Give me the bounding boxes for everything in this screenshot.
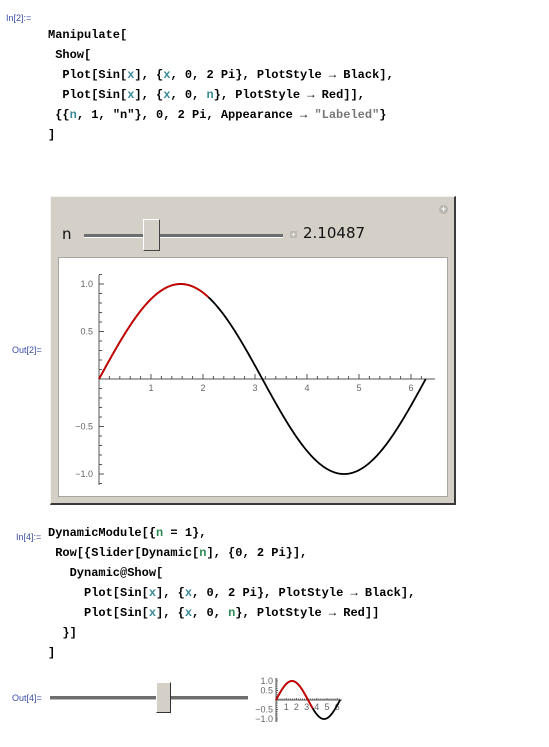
code-symbol: n [69, 108, 77, 122]
code-symbol: x [184, 606, 193, 620]
code-token: Plot[Sin[ [48, 68, 128, 82]
code-token: , 0, 2 Pi}, PlotStyle → Black], [170, 68, 394, 82]
code-token: Show[ [48, 48, 92, 62]
code-line: Plot[Sin[x], {x, 0, 2 Pi}, PlotStyle → B… [48, 65, 394, 85]
y-tick-label: 1.0 [80, 279, 93, 289]
code-symbol: n [206, 88, 214, 102]
y-tick-label: −0.5 [75, 422, 93, 432]
code-token: Plot[Sin[ [48, 88, 128, 102]
output-label-1: Out[2]= [12, 345, 42, 355]
options-plus-icon[interactable]: + [439, 205, 448, 214]
code-token: {{ [48, 108, 70, 122]
x-tick-label: 1 [284, 702, 289, 712]
code-line: Dynamic@Show[ [48, 563, 415, 583]
code-token: ], {0, 2 Pi}], [206, 546, 308, 560]
x-tick-label: 5 [356, 383, 361, 393]
x-tick-label: 6 [408, 383, 413, 393]
code-line: Row[{Slider[Dynamic[n], {0, 2 Pi}], [48, 543, 415, 563]
input-code-1[interactable]: Manipulate[ Show[ Plot[Sin[x], {x, 0, 2 … [48, 25, 394, 145]
output-label-2: Out[4]= [12, 693, 42, 703]
slider-track-dynamic[interactable] [50, 696, 248, 700]
y-tick-label: −1.0 [255, 714, 273, 724]
code-token: Row[{Slider[Dynamic[ [48, 546, 200, 560]
code-token: , 0, [192, 606, 229, 620]
code-token: ], { [156, 606, 185, 620]
code-token: ] [48, 646, 56, 660]
manipulate-panel: + n + 2.10487 1 2 3 4 5 6 1.0 0.5 −0.5 −1.0 [50, 196, 456, 505]
code-line: ] [48, 125, 394, 145]
x-tick-label: 2 [294, 702, 299, 712]
code-line: }] [48, 623, 415, 643]
expand-controls-icon[interactable]: + [290, 231, 297, 239]
code-token: , 0, 2 Pi}, PlotStyle → Black], [192, 586, 416, 600]
code-token: = 1}, [163, 526, 207, 540]
sine-plot-small: 1 2 3 4 5 61.00.5−0.5−1.0 [255, 676, 342, 724]
input-code-2[interactable]: DynamicModule[{n = 1}, Row[{Slider[Dynam… [48, 523, 415, 663]
slider-track-n[interactable] [84, 234, 283, 238]
control-label-n: n [62, 225, 72, 243]
input-label-1: In[2]:= [6, 13, 32, 23]
code-line: Show[ [48, 45, 394, 65]
y-tick-label: 0.5 [80, 327, 93, 337]
code-token: Manipulate[ [48, 28, 128, 42]
slider-thumb-n[interactable] [142, 219, 160, 251]
x-tick-label: 4 [304, 383, 309, 393]
code-token: , 0, [170, 88, 207, 102]
y-tick-label: −1.0 [75, 469, 93, 479]
code-symbol: x [184, 586, 193, 600]
series-line-red [98, 283, 210, 380]
code-token: }, PlotStyle → Red]], [213, 88, 365, 102]
slider-value-readout: 2.10487 [303, 224, 366, 242]
plot-panel: 1 2 3 4 5 6 1.0 0.5 −0.5 −1.0 [58, 257, 448, 497]
code-token: }, PlotStyle → Red]] [235, 606, 380, 620]
code-line: Plot[Sin[x], {x, 0, n}, PlotStyle → Red]… [48, 603, 415, 623]
code-token: Plot[Sin[ [48, 606, 149, 620]
x-tick-label: 3 [304, 702, 309, 712]
x-tick-label: 3 [252, 383, 257, 393]
y-tick-label: 0.5 [260, 686, 273, 696]
input-label-2: In[4]:= [16, 532, 42, 542]
code-line: Plot[Sin[x], {x, 0, n}, PlotStyle → Red]… [48, 85, 394, 105]
sine-plot-large: 1 2 3 4 5 6 1.0 0.5 −0.5 −1.0 [75, 274, 435, 485]
code-token: ], { [156, 586, 185, 600]
x-tick-label: 2 [200, 383, 205, 393]
code-line: Manipulate[ [48, 25, 394, 45]
code-token: DynamicModule[{ [48, 526, 157, 540]
code-symbol: x [148, 586, 157, 600]
code-token: ], { [134, 88, 164, 102]
code-line: Plot[Sin[x], {x, 0, 2 Pi}, PlotStyle → B… [48, 583, 415, 603]
code-token: ], { [134, 68, 164, 82]
code-token: Dynamic@Show[ [48, 566, 164, 580]
code-token: ] [48, 128, 56, 142]
y-tick-label: −0.5 [255, 705, 273, 715]
code-line: {{n, 1, "n"}, 0, 2 Pi, Appearance → "Lab… [48, 105, 394, 125]
code-symbol: x [148, 606, 157, 620]
y-tick-label: 1.0 [260, 676, 273, 686]
code-symbol: "Labeled" [314, 108, 380, 122]
code-token: , 1, "n"}, 0, 2 Pi, Appearance → [76, 108, 315, 122]
slider-thumb-dynamic[interactable] [156, 682, 172, 713]
x-tick-label: 5 [324, 702, 329, 712]
code-token: Plot[Sin[ [48, 586, 149, 600]
code-line: DynamicModule[{n = 1}, [48, 523, 415, 543]
code-token: }] [48, 626, 77, 640]
x-tick-label: 1 [148, 383, 153, 393]
code-line: ] [48, 643, 415, 663]
code-token: } [379, 108, 387, 122]
